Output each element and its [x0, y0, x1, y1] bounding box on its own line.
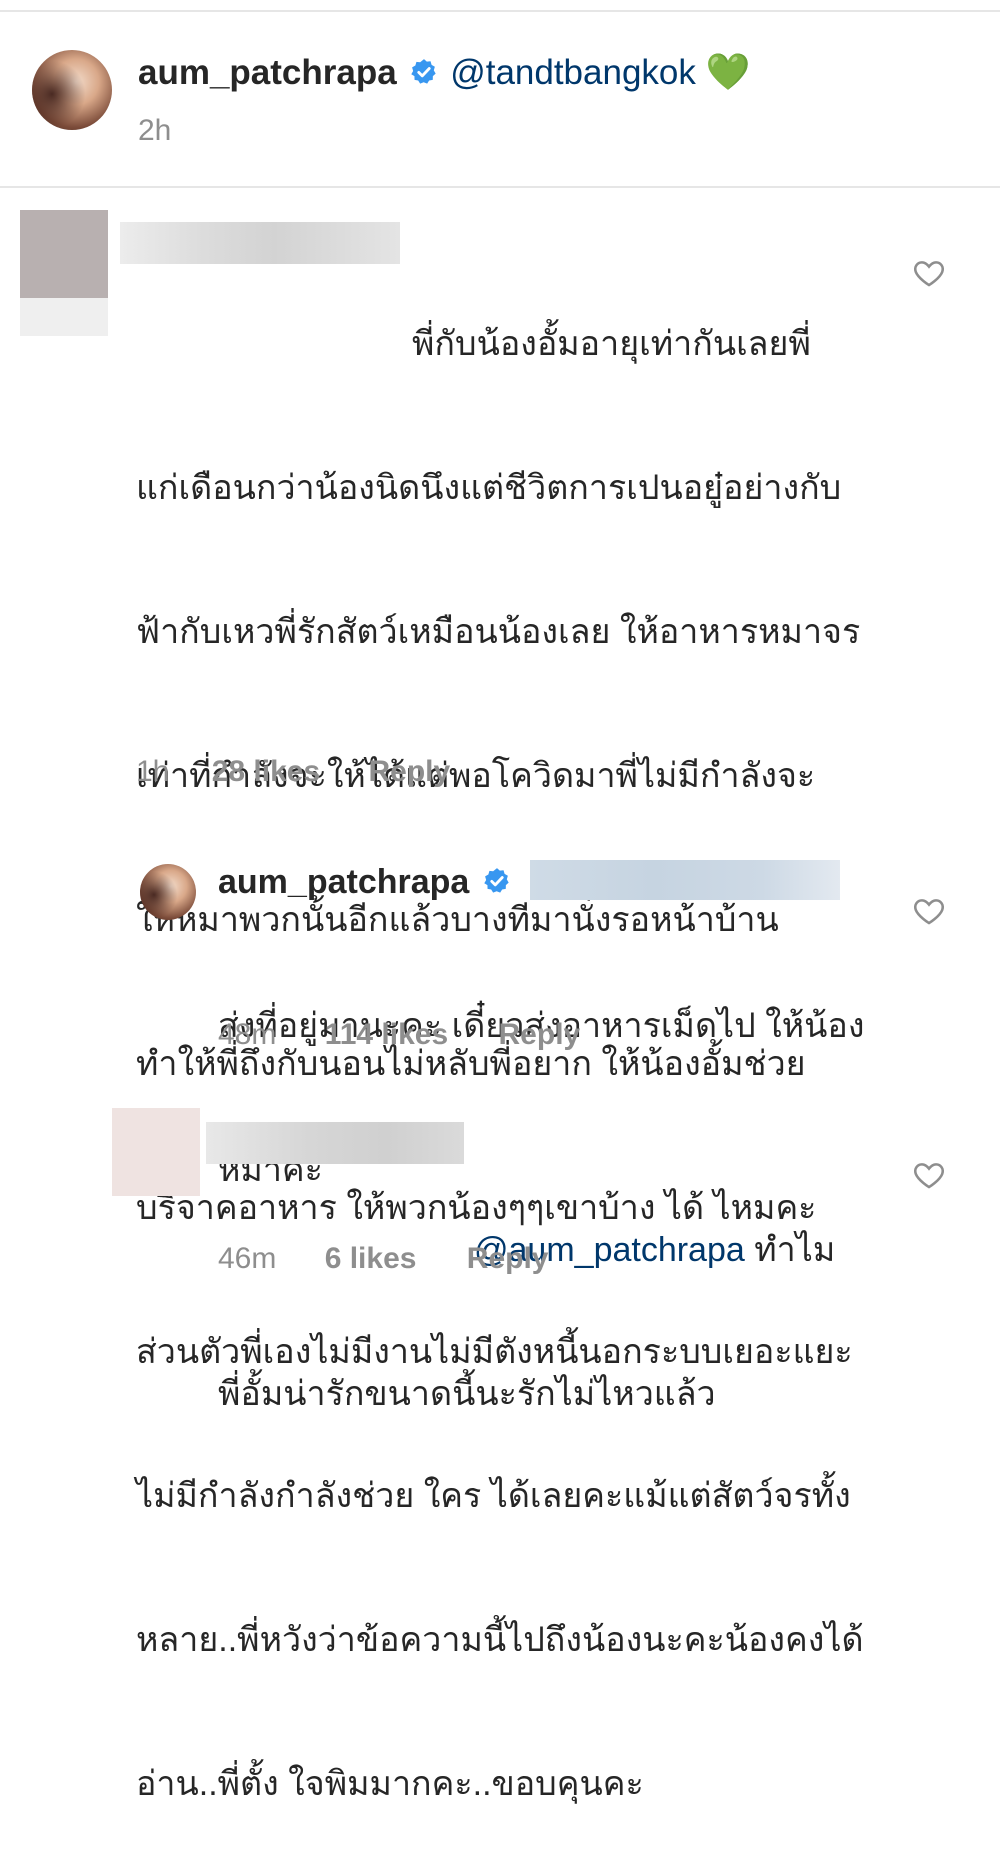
comment-likes[interactable]: 114 likes: [325, 1018, 448, 1051]
like-heart-icon[interactable]: [912, 1158, 946, 1192]
caption-divider: [0, 186, 1000, 188]
comment-time: 48m: [218, 1018, 277, 1051]
blurred-mention: [530, 860, 840, 900]
comment-likes[interactable]: 6 likes: [325, 1242, 417, 1275]
post-time: 2h: [138, 114, 172, 147]
reply-avatar[interactable]: [140, 864, 196, 920]
comment-line: พี่กับน้องอั้มอายุเท่ากันเลยพี่: [412, 325, 811, 363]
comment-meta: 1h 28 likes Reply: [136, 755, 450, 789]
comment-time: 1h: [136, 755, 170, 788]
comment-time: 46m: [218, 1242, 277, 1275]
comment-avatar-blurred[interactable]: [20, 210, 108, 336]
comment-text: @aum_patchrapa ทำไม พี่อั้มน่ารักขนาดนี้…: [218, 1130, 835, 1466]
caption-mention[interactable]: @tandtbangkok: [450, 53, 696, 92]
comment-line: แก่เดือนกว่าน้องนิดนึงแต่ชีวิตการเปนอยู๋…: [136, 469, 842, 507]
like-heart-icon[interactable]: [912, 894, 946, 928]
verified-badge-icon: [411, 58, 437, 84]
comment-line: ไม่มีกำลังกำลังช่วย ใคร ได้เลยคะแม้แต่สั…: [136, 1477, 851, 1515]
comment-line-rest: ทำไม: [744, 1231, 836, 1269]
reply-meta: 48m 114 likes Reply: [218, 1018, 580, 1052]
reply-button[interactable]: Reply: [467, 1242, 549, 1275]
comment-meta: 46m 6 likes Reply: [218, 1242, 549, 1276]
comment-line: อ่าน..พี่ตั้ง ใจพิมมากคะ..ขอบคุนคะ: [136, 1765, 644, 1803]
comment-line: ฟ้ากับเหวพี่รักสัตว์เหมือนน้องเลย ให้อาห…: [136, 613, 861, 651]
top-divider: [0, 10, 1000, 12]
post-avatar[interactable]: [32, 50, 112, 130]
comment-likes[interactable]: 28 likes: [212, 755, 320, 788]
reply-username[interactable]: aum_patchrapa: [218, 863, 469, 901]
reply-button[interactable]: Reply: [369, 755, 451, 788]
reply-header: aum_patchrapa: [218, 860, 513, 904]
comment-line: พี่อั้มน่ารักขนาดนี้นะรักไม่ไหวแล้ว: [218, 1375, 716, 1413]
post-username[interactable]: aum_patchrapa: [138, 53, 397, 92]
like-heart-icon[interactable]: [912, 256, 946, 290]
comment-line: หลาย..พี่หวังว่าข้อความนี้ไปถึงน้องนะคะน…: [136, 1621, 864, 1659]
green-heart-emoji: 💚: [705, 51, 751, 92]
verified-badge-icon: [484, 868, 509, 893]
comment-avatar-blurred[interactable]: [112, 1108, 200, 1196]
post-caption: aum_patchrapa @tandtbangkok 💚: [138, 50, 750, 95]
reply-button[interactable]: Reply: [499, 1018, 581, 1051]
